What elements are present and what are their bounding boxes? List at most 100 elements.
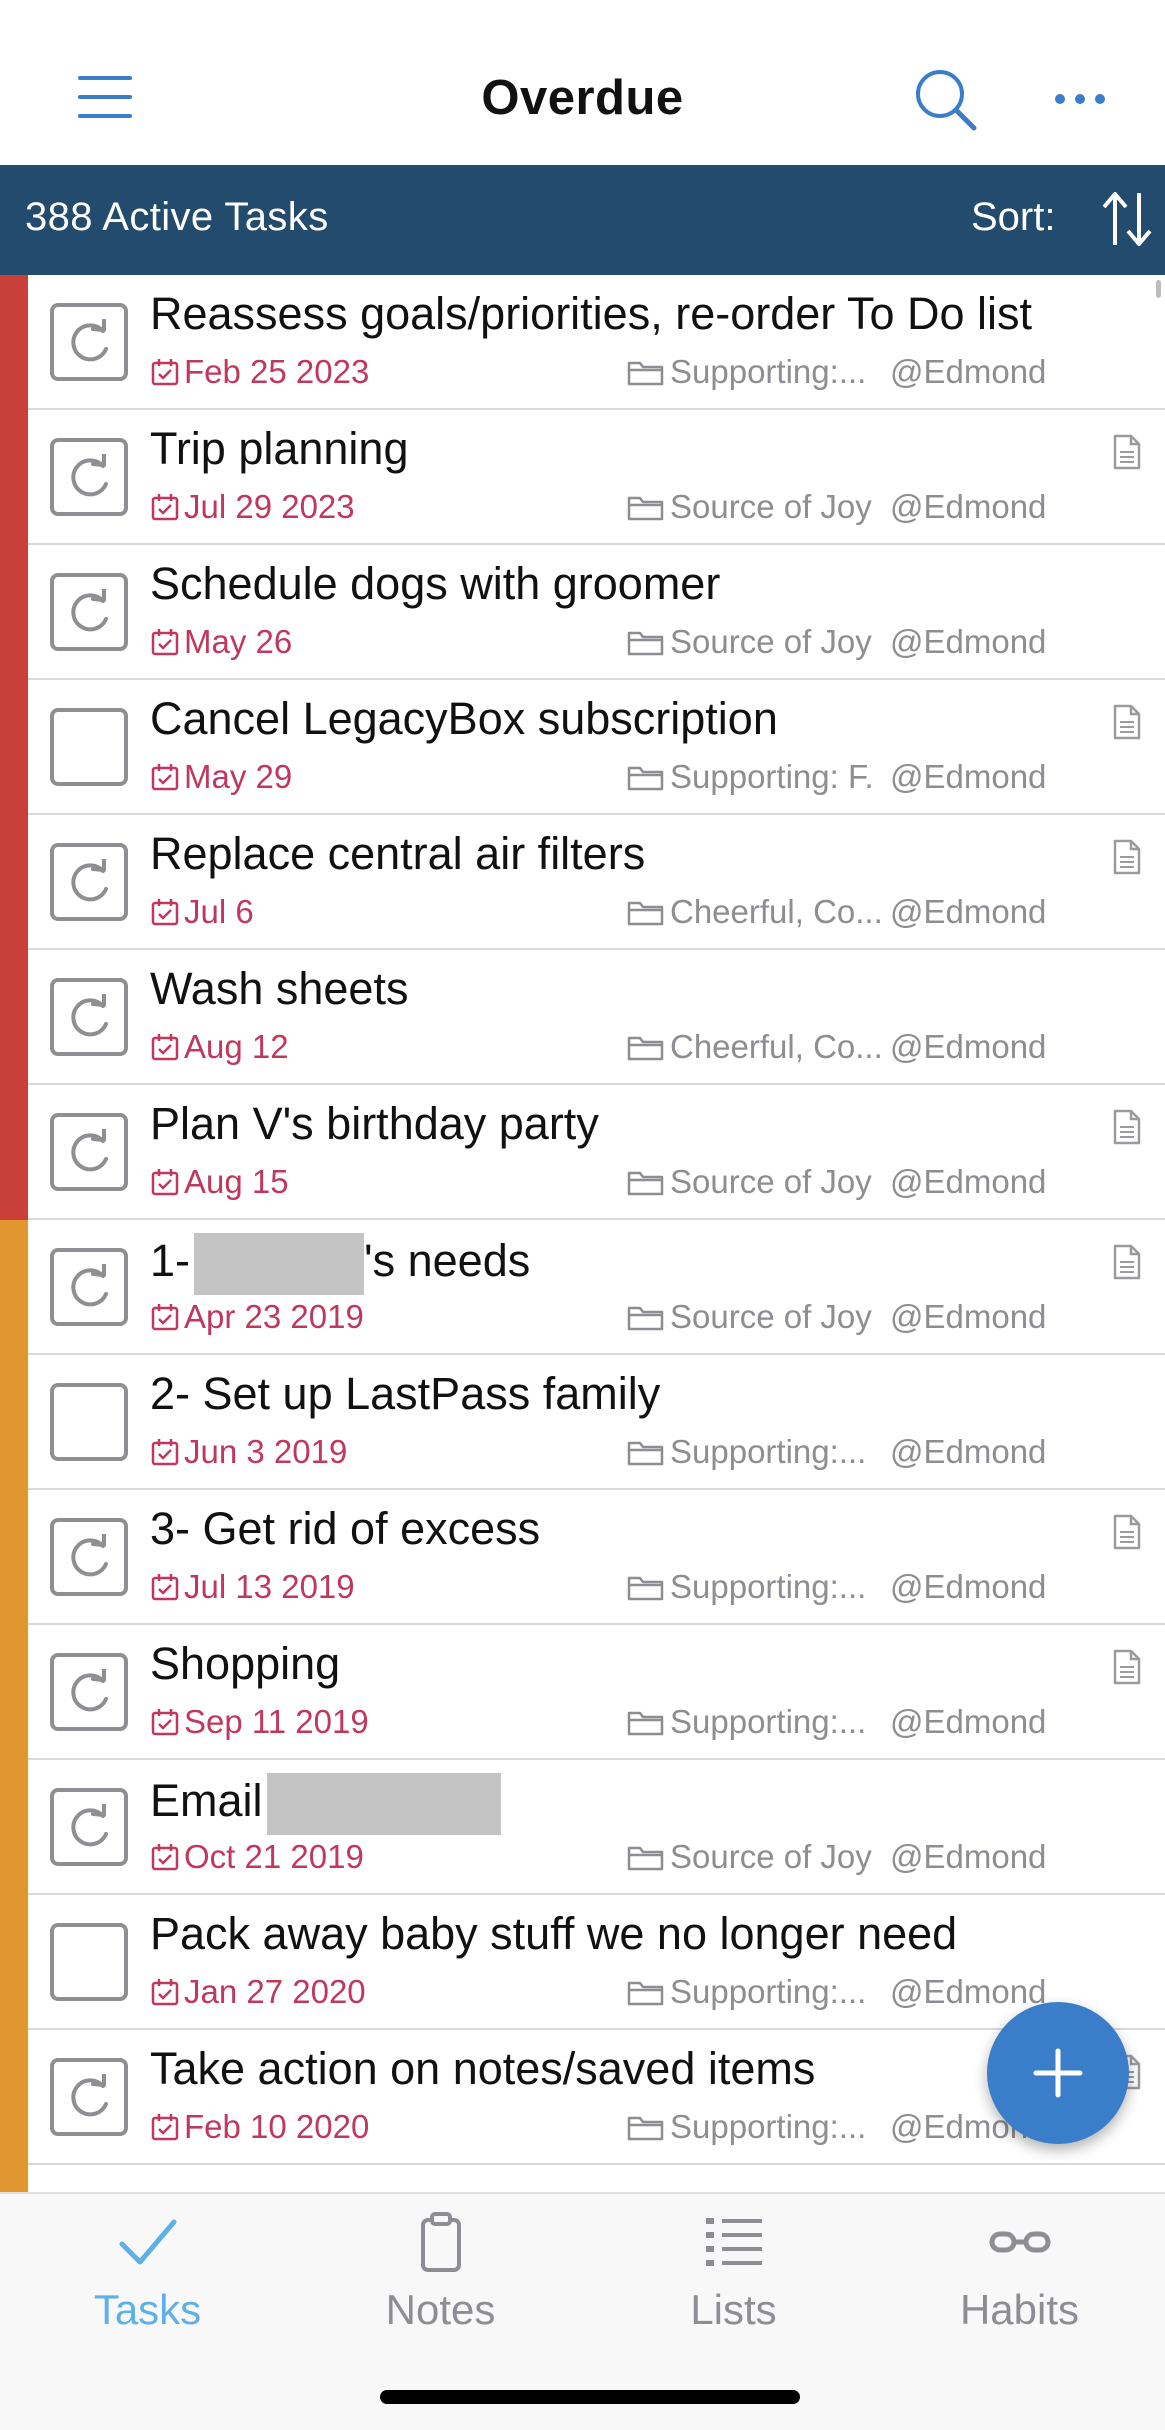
folder-icon (627, 1981, 664, 2006)
priority-bar (0, 1625, 28, 1760)
due-date: Feb 10 2020 (150, 2108, 369, 2146)
task-checkbox[interactable] (50, 1788, 128, 1866)
more-options-icon[interactable] (1052, 88, 1108, 110)
priority-bar (0, 1895, 28, 2030)
task-row[interactable]: Shopping Sep 11 2019 Supporting:... @Edmond (0, 1625, 1165, 1760)
task-title-text: Plan V's birthday party (150, 1098, 599, 1149)
due-date: May 26 (150, 623, 292, 661)
priority-bar (0, 1760, 28, 1895)
task-context: @Edmond (890, 1163, 1047, 1200)
tab-tasks[interactable]: Tasks (2, 2210, 293, 2350)
note-icon (1113, 1109, 1141, 1145)
task-folder: Source of Joy (626, 1298, 891, 1336)
task-row[interactable]: 3- Get rid of excess Jul 13 2019 Supportin… (0, 1490, 1165, 1625)
task-checkbox[interactable] (50, 573, 128, 651)
priority-bar (0, 1490, 28, 1625)
task-row[interactable]: Email Oct 21 2019 Source of Joy @Edmond (0, 1760, 1165, 1895)
task-row[interactable]: 2- Set up LastPass family Jun 3 2019 Suppo… (0, 1355, 1165, 1490)
task-title: 1- 's needs (150, 1233, 530, 1295)
task-list[interactable]: Reassess goals/priorities, re-order To D… (0, 275, 1165, 2192)
search-icon[interactable] (912, 66, 978, 132)
task-title-text: Schedule dogs with groomer (150, 558, 721, 609)
task-checkbox[interactable] (50, 1653, 128, 1731)
page-title: Overdue (481, 71, 684, 125)
task-row[interactable]: Wash sheets Aug 12 Cheerful, Co... @Edmond (0, 950, 1165, 1085)
folder-icon (627, 1576, 664, 1601)
tab-lists[interactable]: Lists (588, 2210, 879, 2350)
task-row[interactable] (0, 2165, 1165, 2192)
task-checkbox[interactable] (50, 1113, 128, 1191)
task-title-text: Take action on notes/saved items (150, 2043, 816, 2094)
calendar-icon (151, 899, 179, 926)
calendar-icon (151, 1034, 179, 1061)
task-row[interactable]: Cancel LegacyBox subscription May 29 Suppo… (0, 680, 1165, 815)
due-date: Aug 15 (150, 1163, 289, 1201)
due-date: Jun 3 2019 (150, 1433, 347, 1471)
task-context: @Edmond (890, 1568, 1047, 1605)
task-row[interactable]: Plan V's birthday party Aug 15 Source of J… (0, 1085, 1165, 1220)
task-row[interactable]: Replace central air filters Jul 6 Cheerful… (0, 815, 1165, 950)
calendar-icon (151, 2114, 179, 2141)
task-checkbox[interactable] (50, 1383, 128, 1461)
priority-bar (0, 1220, 28, 1355)
task-checkbox[interactable] (50, 708, 128, 786)
scrollbar[interactable] (1156, 280, 1161, 298)
task-checkbox[interactable] (50, 1518, 128, 1596)
task-checkbox[interactable] (50, 303, 128, 381)
due-date-text: Jul 13 2019 (184, 1568, 355, 1605)
task-checkbox[interactable] (50, 843, 128, 921)
task-folder: Source of Joy (626, 1163, 891, 1201)
task-title-text: 3- Get rid of excess (150, 1503, 541, 1554)
task-count-bar: 388 Active Tasks Sort: (0, 165, 1165, 275)
due-date-text: Sep 11 2019 (184, 1703, 369, 1740)
note-icon (1113, 1244, 1141, 1280)
task-title-text: Pack away baby stuff we no longer need (150, 1908, 958, 1959)
task-context: @Edmond (890, 1703, 1047, 1740)
task-row[interactable]: Trip planning Jul 29 2023 Source of Joy @Ed… (0, 410, 1165, 545)
task-checkbox[interactable] (50, 2058, 128, 2136)
task-title-text: Trip planning (150, 423, 409, 474)
task-checkbox[interactable] (50, 1923, 128, 2001)
tab-habits[interactable]: Habits (874, 2210, 1165, 2350)
task-context: @Edmond (890, 1838, 1047, 1875)
task-row[interactable]: 1- 's needs Apr 23 2019 Source of Joy @Edmon… (0, 1220, 1165, 1355)
task-title-text: Shopping (150, 1638, 341, 1689)
folder-name: Supporting: F. (670, 758, 874, 795)
note-icon (1113, 434, 1141, 470)
due-date: Feb 25 2023 (150, 353, 369, 391)
due-date: Aug 12 (150, 1028, 289, 1066)
clipboard-icon (420, 2212, 461, 2272)
task-row[interactable]: Pack away baby stuff we no longer need Ja… (0, 1895, 1165, 2030)
task-checkbox[interactable] (50, 978, 128, 1056)
folder-name: Supporting:... (670, 353, 867, 390)
due-date: Jul 29 2023 (150, 488, 355, 526)
due-date-text: Feb 10 2020 (184, 2108, 370, 2145)
task-title-text: Replace central air filters (150, 828, 646, 879)
due-date-text: Aug 15 (184, 1163, 289, 1200)
task-checkbox[interactable] (50, 1248, 128, 1326)
due-date: May 29 (150, 758, 292, 796)
task-title: Shopping (150, 1638, 340, 1690)
folder-name: Source of Joy (670, 1163, 872, 1200)
folder-name: Source of Joy (670, 488, 872, 525)
task-title-text: Reassess goals/priorities, re-order To D… (150, 288, 1033, 339)
task-row[interactable]: Schedule dogs with groomer May 26 Source o… (0, 545, 1165, 680)
repeat-icon (71, 859, 108, 902)
due-date-text: Aug 12 (184, 1028, 289, 1065)
task-row[interactable]: Reassess goals/priorities, re-order To D… (0, 275, 1165, 410)
sort-label[interactable]: Sort: (971, 195, 1055, 240)
due-date-text: Oct 21 2019 (184, 1838, 364, 1875)
add-task-button[interactable] (987, 2002, 1129, 2144)
task-title: Email (150, 1773, 501, 1835)
repeat-icon (71, 319, 108, 362)
task-checkbox[interactable] (50, 438, 128, 516)
note-icon (1113, 704, 1141, 740)
tab-notes[interactable]: Notes (295, 2210, 586, 2350)
sort-arrows-icon[interactable] (1100, 189, 1154, 249)
calendar-icon (151, 1574, 179, 1601)
home-indicator (380, 2390, 800, 2404)
task-context: @Edmond (890, 1028, 1047, 1065)
task-folder: Source of Joy (626, 623, 891, 661)
priority-bar (0, 1085, 28, 1220)
task-folder: Cheerful, Co... (626, 893, 891, 931)
